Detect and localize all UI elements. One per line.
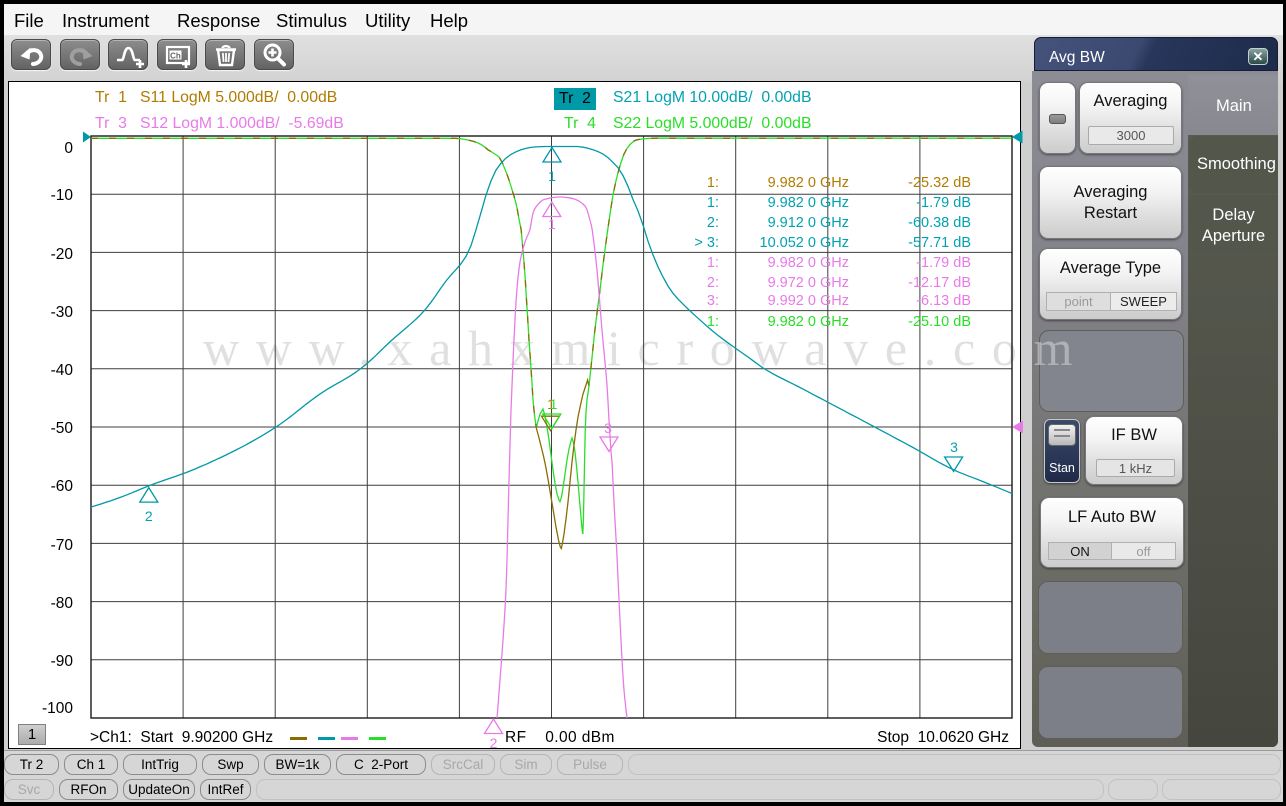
- svg-text:1: 1: [548, 168, 556, 184]
- svg-text:2: 2: [145, 508, 153, 524]
- svg-text:2: 2: [490, 735, 498, 751]
- svg-text:1: 1: [548, 216, 556, 232]
- svg-text:1: 1: [550, 396, 558, 412]
- svg-text:3: 3: [604, 420, 612, 436]
- svg-text:3: 3: [950, 439, 958, 455]
